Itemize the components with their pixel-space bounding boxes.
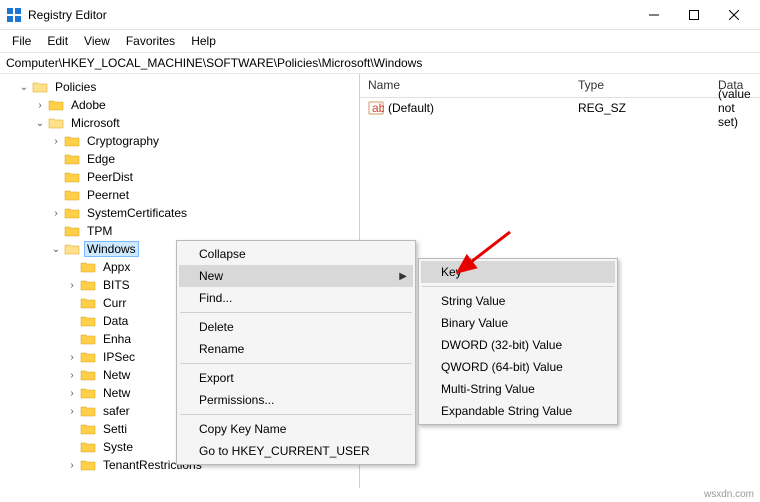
watermark: wsxdn.com bbox=[704, 489, 754, 500]
menu-edit[interactable]: Edit bbox=[39, 32, 76, 50]
ctx-new-multi[interactable]: Multi-String Value bbox=[421, 378, 615, 400]
expand-icon[interactable]: ⌄ bbox=[50, 244, 62, 255]
folder-icon bbox=[64, 134, 80, 148]
folder-icon bbox=[64, 170, 80, 184]
menu-help[interactable]: Help bbox=[183, 32, 224, 50]
context-menu: Collapse New▶ Find... Delete Rename Expo… bbox=[176, 240, 416, 465]
column-type[interactable]: Type bbox=[570, 74, 710, 97]
expand-icon[interactable]: › bbox=[34, 100, 46, 111]
app-icon bbox=[6, 7, 22, 23]
folder-icon bbox=[80, 278, 96, 292]
ctx-new[interactable]: New▶ bbox=[179, 265, 413, 287]
ctx-new-key[interactable]: Key bbox=[421, 261, 615, 283]
expand-icon[interactable]: › bbox=[66, 388, 78, 399]
expand-icon[interactable]: › bbox=[66, 370, 78, 381]
ctx-new-dword[interactable]: DWORD (32-bit) Value bbox=[421, 334, 615, 356]
folder-icon bbox=[80, 440, 96, 454]
folder-icon bbox=[32, 80, 48, 94]
separator bbox=[180, 363, 412, 364]
context-submenu-new: Key String Value Binary Value DWORD (32-… bbox=[418, 258, 618, 425]
tree-node-edge[interactable]: Edge bbox=[50, 150, 359, 168]
folder-icon bbox=[80, 404, 96, 418]
expand-icon[interactable]: › bbox=[50, 136, 62, 147]
expand-icon[interactable]: ⌄ bbox=[18, 82, 30, 93]
menu-bar: File Edit View Favorites Help bbox=[0, 30, 760, 52]
separator bbox=[180, 414, 412, 415]
string-value-icon: ab bbox=[368, 100, 384, 116]
tree-node-cryptography[interactable]: ›Cryptography bbox=[50, 132, 359, 150]
ctx-collapse[interactable]: Collapse bbox=[179, 243, 413, 265]
ctx-new-expand[interactable]: Expandable String Value bbox=[421, 400, 615, 422]
maximize-button[interactable] bbox=[674, 1, 714, 29]
value-name: (Default) bbox=[388, 101, 434, 115]
address-bar[interactable]: Computer\HKEY_LOCAL_MACHINE\SOFTWARE\Pol… bbox=[0, 52, 760, 74]
tree-node-adobe[interactable]: › Adobe bbox=[34, 96, 359, 114]
folder-icon bbox=[64, 152, 80, 166]
window-controls bbox=[634, 1, 754, 29]
ctx-find[interactable]: Find... bbox=[179, 287, 413, 309]
close-button[interactable] bbox=[714, 1, 754, 29]
ctx-rename[interactable]: Rename bbox=[179, 338, 413, 360]
tree-node-policies[interactable]: ⌄ Policies bbox=[18, 78, 359, 96]
expand-icon[interactable]: › bbox=[66, 460, 78, 471]
folder-icon bbox=[80, 368, 96, 382]
address-path: Computer\HKEY_LOCAL_MACHINE\SOFTWARE\Pol… bbox=[6, 56, 422, 70]
ctx-permissions[interactable]: Permissions... bbox=[179, 389, 413, 411]
folder-icon bbox=[48, 98, 64, 112]
value-type: REG_SZ bbox=[570, 99, 710, 117]
separator bbox=[180, 312, 412, 313]
minimize-button[interactable] bbox=[634, 1, 674, 29]
folder-icon bbox=[64, 242, 80, 256]
ctx-delete[interactable]: Delete bbox=[179, 316, 413, 338]
submenu-arrow-icon: ▶ bbox=[399, 271, 407, 282]
folder-icon bbox=[64, 224, 80, 238]
folder-icon bbox=[80, 422, 96, 436]
folder-icon bbox=[80, 458, 96, 472]
folder-icon bbox=[80, 386, 96, 400]
title-bar: Registry Editor bbox=[0, 0, 760, 30]
folder-icon bbox=[80, 350, 96, 364]
folder-icon bbox=[80, 332, 96, 346]
tree-node-tpm[interactable]: TPM bbox=[50, 222, 359, 240]
tree-node-microsoft[interactable]: ⌄ Microsoft bbox=[34, 114, 359, 132]
ctx-new-qword[interactable]: QWORD (64-bit) Value bbox=[421, 356, 615, 378]
tree-node-peernet[interactable]: Peernet bbox=[50, 186, 359, 204]
separator bbox=[422, 286, 614, 287]
expand-icon[interactable]: › bbox=[66, 280, 78, 291]
folder-icon bbox=[48, 116, 64, 130]
tree-node-systemcertificates[interactable]: ›SystemCertificates bbox=[50, 204, 359, 222]
svg-text:ab: ab bbox=[372, 101, 384, 115]
menu-file[interactable]: File bbox=[4, 32, 39, 50]
list-header: Name Type Data bbox=[360, 74, 760, 98]
folder-icon bbox=[80, 314, 96, 328]
expand-icon[interactable]: ⌄ bbox=[34, 118, 46, 129]
ctx-export[interactable]: Export bbox=[179, 367, 413, 389]
ctx-goto-hkcu[interactable]: Go to HKEY_CURRENT_USER bbox=[179, 440, 413, 462]
menu-favorites[interactable]: Favorites bbox=[118, 32, 183, 50]
list-row-default[interactable]: ab (Default) REG_SZ (value not set) bbox=[360, 98, 760, 118]
value-data: (value not set) bbox=[710, 85, 760, 131]
folder-icon bbox=[80, 260, 96, 274]
expand-icon[interactable]: › bbox=[66, 352, 78, 363]
folder-icon bbox=[80, 296, 96, 310]
window-title: Registry Editor bbox=[28, 8, 634, 22]
ctx-new-string[interactable]: String Value bbox=[421, 290, 615, 312]
folder-icon bbox=[64, 206, 80, 220]
expand-icon[interactable]: › bbox=[50, 208, 62, 219]
folder-icon bbox=[64, 188, 80, 202]
column-name[interactable]: Name bbox=[360, 74, 570, 97]
ctx-new-binary[interactable]: Binary Value bbox=[421, 312, 615, 334]
ctx-copy-key-name[interactable]: Copy Key Name bbox=[179, 418, 413, 440]
tree-node-peerdist[interactable]: PeerDist bbox=[50, 168, 359, 186]
menu-view[interactable]: View bbox=[76, 32, 118, 50]
expand-icon[interactable]: › bbox=[66, 406, 78, 417]
